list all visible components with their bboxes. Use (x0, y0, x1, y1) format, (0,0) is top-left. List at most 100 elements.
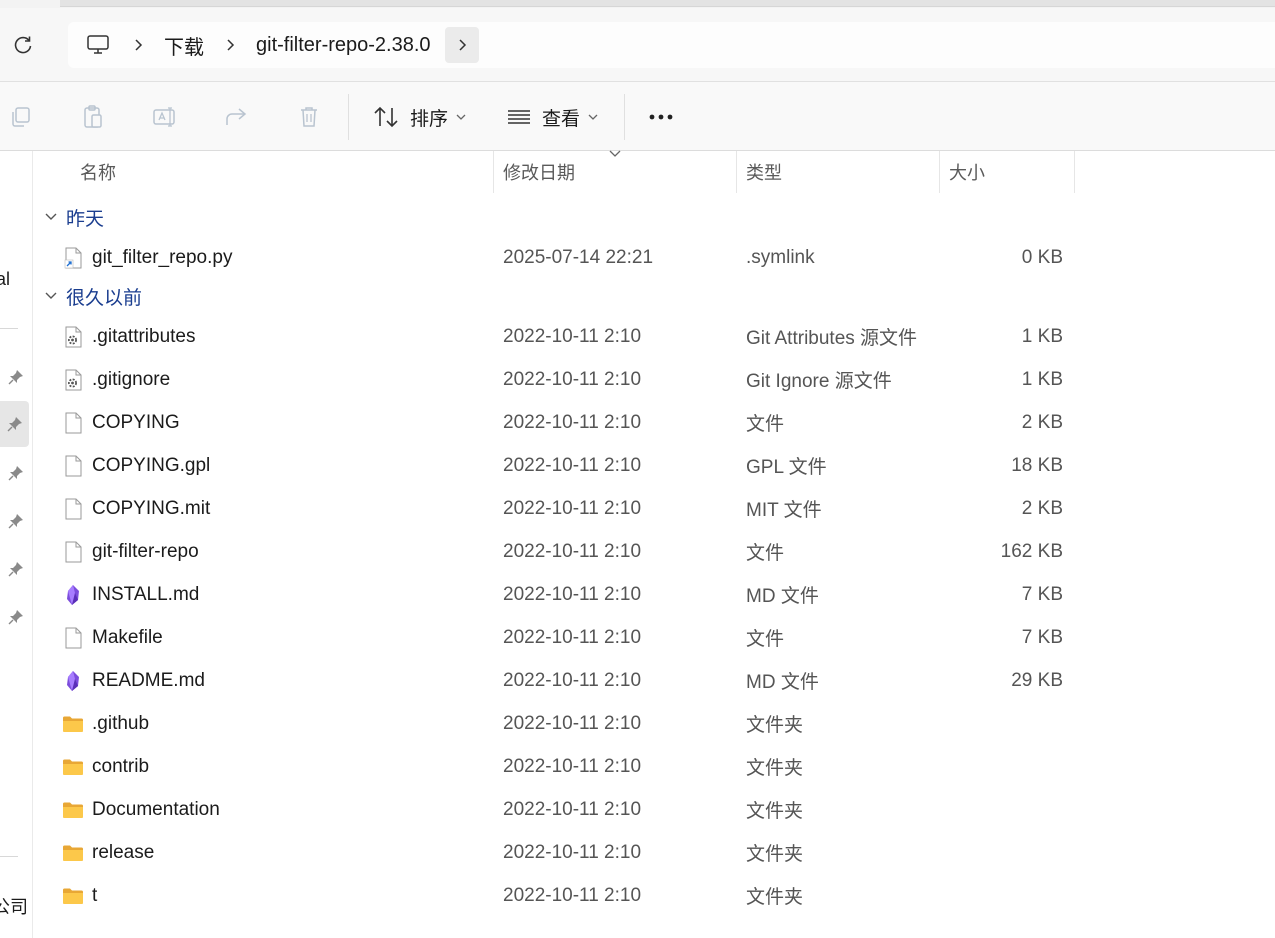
file-date: 2022-10-11 2:10 (503, 798, 642, 820)
file-name: .github (92, 712, 150, 734)
column-header-type[interactable]: 类型 (737, 151, 940, 193)
group-header-long-ago[interactable]: 很久以前 (44, 282, 142, 310)
file-name-cell: README.md (62, 659, 205, 702)
nav-pinned-item[interactable] (5, 510, 27, 532)
file-row[interactable]: .gitattributes 2022-10-11 2:10 Git Attribu… (40, 315, 1075, 358)
file-date: 2022-10-11 2:10 (503, 841, 642, 863)
nav-divider (0, 856, 18, 857)
tab-strip-edge (60, 0, 1275, 7)
column-header-date-label: 修改日期 (503, 163, 575, 183)
file-name-cell: Documentation (62, 788, 220, 831)
nav-item-label[interactable]: 公司 (0, 893, 28, 919)
nav-pinned-item[interactable] (5, 606, 27, 628)
file-type: 文件夹 (746, 758, 804, 779)
breadcrumb-separator[interactable] (118, 38, 158, 52)
more-options-button[interactable] (646, 102, 676, 132)
group-header-yesterday[interactable]: 昨天 (44, 203, 104, 231)
file-date: 2022-10-11 2:10 (503, 669, 642, 691)
this-pc-button[interactable] (78, 34, 118, 56)
file-name-cell: COPYING.mit (62, 487, 210, 530)
file-date: 2022-10-11 2:10 (503, 712, 642, 734)
file-type: Git Ignore 源文件 (746, 371, 892, 392)
folder-row[interactable]: t 2022-10-11 2:10 文件夹 (40, 874, 1075, 917)
file-name-cell: COPYING.gpl (62, 444, 210, 487)
file-type: 文件夹 (746, 844, 804, 865)
rename-icon (153, 107, 175, 127)
file-row[interactable]: INSTALL.md 2022-10-11 2:10 MD 文件 7 KB (40, 573, 1075, 616)
group-label: 昨天 (66, 208, 105, 230)
file-type: 文件 (746, 629, 785, 650)
file-type: 文件夹 (746, 801, 804, 822)
file-name-cell: INSTALL.md (62, 573, 199, 616)
file-type: GPL 文件 (746, 457, 827, 478)
file-row[interactable]: COPYING.mit 2022-10-11 2:10 MIT 文件 2 KB (40, 487, 1075, 530)
chevron-down-icon (45, 213, 57, 220)
file-name: release (92, 841, 155, 863)
file-size: 2 KB (1021, 497, 1063, 519)
breadcrumb-downloads[interactable]: 下载 (158, 31, 210, 60)
delete-button[interactable] (294, 102, 324, 132)
file-name: contrib (92, 755, 150, 777)
breadcrumb-current-folder[interactable]: git-filter-repo-2.38.0 (250, 34, 437, 57)
column-header-name[interactable]: 名称 (62, 151, 494, 193)
share-button[interactable] (222, 102, 252, 132)
nav-divider (0, 328, 18, 329)
file-row[interactable]: git_filter_repo.py 2025-07-14 22:21 .sym… (40, 236, 1075, 279)
rename-button[interactable] (150, 102, 180, 132)
file-name-cell: release (62, 831, 154, 874)
folder-icon (62, 755, 84, 779)
file-name: Makefile (92, 626, 163, 648)
paste-icon (84, 105, 102, 128)
copy-button[interactable] (6, 102, 36, 132)
column-header-size-label: 大小 (949, 163, 985, 183)
file-icon (62, 497, 84, 521)
address-bar[interactable]: 下载 git-filter-repo-2.38.0 (68, 22, 1275, 68)
file-row[interactable]: README.md 2022-10-11 2:10 MD 文件 29 KB (40, 659, 1075, 702)
refresh-icon (14, 36, 32, 54)
sort-button[interactable]: 排序 (372, 100, 466, 134)
breadcrumb-separator[interactable] (210, 38, 250, 52)
nav-pinned-item[interactable] (5, 558, 27, 580)
pin-icon (8, 466, 23, 481)
paste-button[interactable] (78, 102, 108, 132)
file-type: MD 文件 (746, 672, 819, 693)
file-row[interactable]: git-filter-repo 2022-10-11 2:10 文件 162 KB (40, 530, 1075, 573)
file-date: 2022-10-11 2:10 (503, 497, 642, 519)
chevron-down-icon (45, 292, 57, 299)
nav-item-label[interactable]: al (0, 269, 10, 290)
file-row[interactable]: COPYING 2022-10-11 2:10 文件 2 KB (40, 401, 1075, 444)
folder-row[interactable]: contrib 2022-10-11 2:10 文件夹 (40, 745, 1075, 788)
config-file-icon (62, 368, 84, 392)
file-date: 2022-10-11 2:10 (503, 411, 642, 433)
file-date: 2022-10-11 2:10 (503, 454, 642, 476)
file-row[interactable]: .gitignore 2022-10-11 2:10 Git Ignore 源文件 1… (40, 358, 1075, 401)
file-row[interactable]: Makefile 2022-10-11 2:10 文件 7 KB (40, 616, 1075, 659)
file-row[interactable]: COPYING.gpl 2022-10-11 2:10 GPL 文件 18 KB (40, 444, 1075, 487)
nav-pinned-item[interactable] (5, 462, 27, 484)
file-size (920, 745, 1063, 788)
nav-pinned-item[interactable] (5, 366, 27, 388)
nav-pinned-item-selected[interactable] (0, 401, 29, 447)
column-header-size[interactable]: 大小 (940, 151, 1075, 193)
file-name-cell: git_filter_repo.py (62, 236, 232, 279)
folder-row[interactable]: release 2022-10-11 2:10 文件夹 (40, 831, 1075, 874)
refresh-button[interactable] (8, 30, 38, 60)
file-name-cell: t (62, 874, 97, 917)
file-name: INSTALL.md (92, 583, 200, 605)
view-button[interactable]: 查看 (506, 100, 598, 134)
breadcrumb-expand-button[interactable] (444, 27, 479, 63)
file-type: MIT 文件 (746, 500, 822, 521)
file-name: git_filter_repo.py (92, 246, 233, 268)
window-top-strip (0, 0, 1275, 8)
folder-row[interactable]: .github 2022-10-11 2:10 文件夹 (40, 702, 1075, 745)
file-name-cell: COPYING (62, 401, 180, 444)
view-label: 查看 (542, 108, 581, 130)
file-name: .gitignore (92, 368, 171, 390)
folder-row[interactable]: Documentation 2022-10-11 2:10 文件夹 (40, 788, 1075, 831)
file-icon (62, 411, 84, 435)
chevron-right-icon (459, 39, 466, 51)
file-size (920, 874, 1063, 917)
file-name: COPYING (92, 411, 180, 433)
toolbar-divider (624, 94, 625, 140)
file-type: 文件夹 (746, 715, 804, 736)
